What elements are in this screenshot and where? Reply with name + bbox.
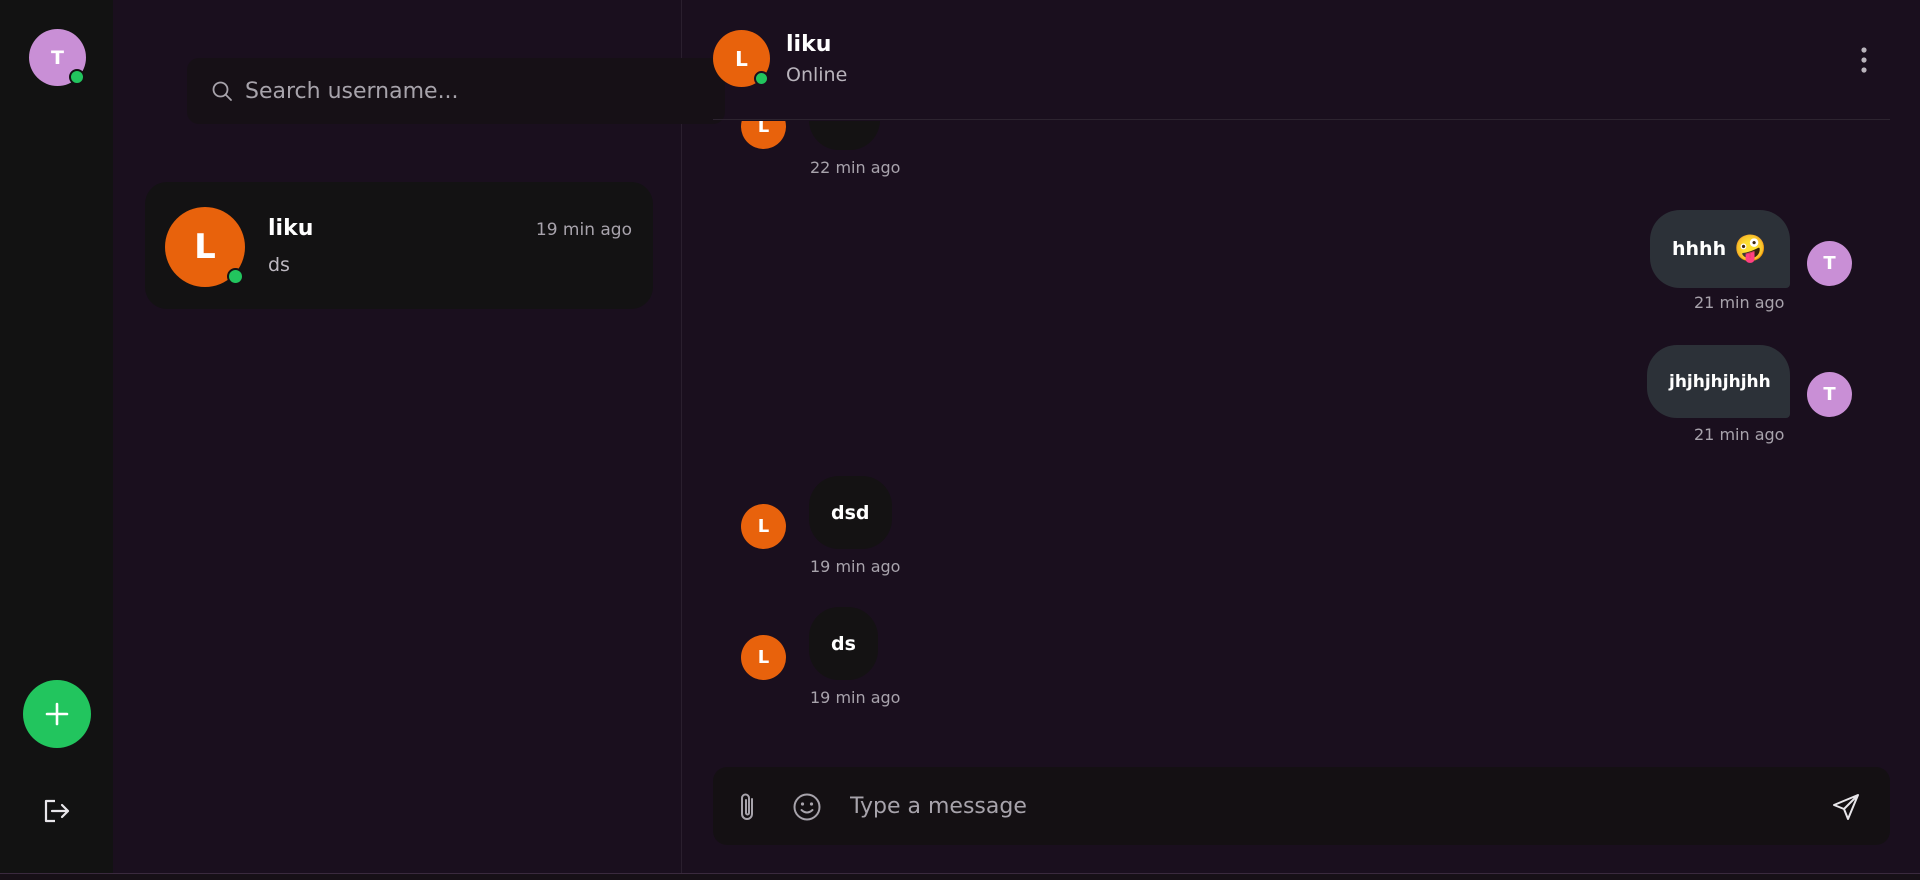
message-time: 21 min ago <box>1694 293 1785 312</box>
message-avatar-initial: T <box>1823 253 1836 274</box>
message-input[interactable] <box>850 787 1750 825</box>
message-text: dsd <box>831 501 870 524</box>
plus-icon <box>45 702 69 726</box>
message-list[interactable]: L hh 22 min ago hhhh 🤪 T 21 min ago jhjh… <box>683 121 1920 756</box>
emoji-button[interactable] <box>791 791 823 823</box>
chat-partner-name: liku <box>786 32 832 57</box>
message-time: 21 min ago <box>1694 425 1785 444</box>
emoji-icon: 🤪 <box>1734 234 1767 264</box>
message-text: hhhh <box>1672 238 1727 260</box>
message-avatar: L <box>741 635 786 680</box>
window-bottom-border <box>0 873 1920 880</box>
message-avatar-initial: T <box>1823 384 1836 405</box>
message-bubble: jhjhjhjhjhh <box>1647 345 1790 418</box>
message-avatar: T <box>1807 241 1852 286</box>
more-vertical-icon <box>1861 47 1867 73</box>
contact-item-liku[interactable]: L liku 19 min ago ds <box>145 182 653 309</box>
new-chat-button[interactable] <box>23 680 91 748</box>
message-avatar-initial: L <box>757 121 770 137</box>
online-indicator <box>69 69 85 85</box>
logout-icon <box>44 799 70 823</box>
chat-panel: L liku Online L hh 22 min ago hhhh 🤪 T <box>683 0 1920 873</box>
send-icon <box>1833 794 1859 820</box>
message-time: 22 min ago <box>810 158 901 177</box>
message-bubble: dsd <box>809 476 892 549</box>
search-icon <box>211 80 233 102</box>
message-composer <box>713 767 1890 845</box>
search-box <box>187 58 725 124</box>
message-time: 19 min ago <box>810 688 901 707</box>
message-avatar: L <box>741 121 786 149</box>
logout-button[interactable] <box>40 796 72 826</box>
my-avatar[interactable]: T <box>29 29 86 86</box>
chat-header: L liku Online <box>713 0 1890 120</box>
contacts-panel: L liku 19 min ago ds <box>113 0 725 873</box>
paperclip-icon <box>741 793 753 820</box>
message-time: 19 min ago <box>810 557 901 576</box>
my-avatar-initial: T <box>51 46 64 69</box>
contact-time: 19 min ago <box>535 220 632 240</box>
attach-button[interactable] <box>733 791 763 823</box>
message-text: ds <box>831 632 856 655</box>
message-text: hh <box>831 121 858 124</box>
emoji-icon <box>793 793 821 821</box>
message-avatar-initial: L <box>757 647 770 668</box>
chat-partner-avatar[interactable]: L <box>713 30 770 87</box>
chat-partner-initial: L <box>735 46 748 71</box>
message-bubble: hh <box>809 121 881 150</box>
nav-rail: T <box>0 0 113 873</box>
contact-last-message: ds <box>268 254 290 276</box>
message-avatar: L <box>741 504 786 549</box>
send-button[interactable] <box>1829 790 1863 824</box>
more-options-button[interactable] <box>1858 46 1870 74</box>
message-avatar: T <box>1807 372 1852 417</box>
contact-avatar-initial: L <box>194 227 216 267</box>
message-bubble: hhhh 🤪 <box>1650 210 1790 288</box>
search-input[interactable] <box>245 78 625 104</box>
contact-name: liku <box>268 216 314 241</box>
online-indicator <box>227 268 244 285</box>
chat-partner-status: Online <box>786 64 848 86</box>
contact-avatar: L <box>165 207 245 287</box>
message-avatar-initial: L <box>757 516 770 537</box>
message-bubble: ds <box>809 607 878 680</box>
message-text: jhjhjhjhjhh <box>1669 371 1771 392</box>
online-indicator <box>754 71 769 86</box>
